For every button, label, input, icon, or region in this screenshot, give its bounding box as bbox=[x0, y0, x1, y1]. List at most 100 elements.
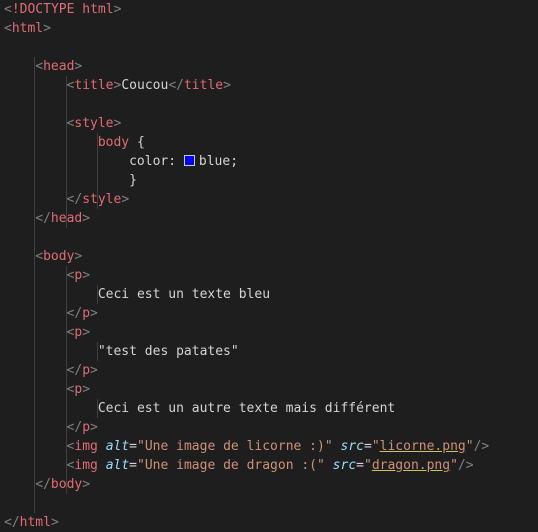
code-line[interactable]: </p> bbox=[67, 361, 98, 380]
code-line[interactable]: </html> bbox=[4, 513, 59, 532]
code-token: </ bbox=[35, 211, 51, 226]
code-token: { bbox=[129, 135, 145, 150]
code-line[interactable]: "test des patates" bbox=[98, 342, 239, 361]
code-line[interactable]: <img alt="Une image de dragon :(" src="d… bbox=[67, 456, 474, 475]
code-token: > bbox=[90, 363, 98, 378]
code-line[interactable]: <head> bbox=[35, 57, 82, 76]
code-token: </ bbox=[66, 363, 83, 378]
code-token: > bbox=[50, 515, 59, 530]
code-token: style bbox=[82, 192, 122, 207]
code-token: > bbox=[82, 477, 91, 492]
code-token: html bbox=[19, 515, 51, 530]
code-token: </ bbox=[168, 78, 184, 93]
code-line[interactable]: </p> bbox=[67, 418, 98, 437]
code-line[interactable]: color: blue; bbox=[129, 152, 238, 171]
code-token: p bbox=[82, 420, 91, 435]
code-token: > bbox=[223, 78, 231, 93]
code-token: </ bbox=[66, 192, 83, 207]
code-line[interactable]: <p> bbox=[67, 266, 90, 285]
code-token: = bbox=[356, 458, 364, 473]
code-line[interactable]: <!DOCTYPE html> bbox=[4, 0, 121, 19]
code-token: img bbox=[74, 458, 98, 473]
code-token: "test des patates" bbox=[97, 344, 239, 359]
code-token: </ bbox=[4, 515, 20, 530]
code-token: : bbox=[168, 154, 184, 169]
code-line[interactable]: } bbox=[129, 171, 137, 190]
code-token: = bbox=[363, 439, 372, 454]
code-token: </ bbox=[35, 477, 51, 492]
code-token: img bbox=[74, 439, 98, 454]
code-token: !DOCTYPE html bbox=[11, 2, 114, 17]
code-token: " bbox=[371, 439, 380, 454]
code-token: " bbox=[363, 458, 372, 473]
code-line[interactable]: Ceci est un texte bleu bbox=[98, 285, 270, 304]
code-line[interactable]: </p> bbox=[67, 304, 98, 323]
code-token: ; bbox=[230, 154, 239, 169]
code-token: licorne.png bbox=[379, 439, 466, 454]
code-token: body bbox=[97, 135, 130, 150]
code-line[interactable]: </style> bbox=[67, 190, 130, 209]
code-token: > bbox=[43, 21, 51, 36]
code-line[interactable]: <p> bbox=[67, 380, 90, 399]
code-token: < bbox=[4, 2, 12, 17]
code-token: " bbox=[450, 458, 458, 473]
code-token: } bbox=[129, 173, 137, 188]
code-token: = bbox=[129, 458, 137, 473]
code-token: > bbox=[82, 325, 91, 340]
code-token: "Une image de dragon :(" bbox=[137, 458, 325, 473]
code-token: > bbox=[90, 306, 98, 321]
code-line[interactable]: <title>Coucou</title> bbox=[67, 76, 231, 95]
code-token: > bbox=[113, 2, 122, 17]
code-token: alt bbox=[105, 458, 130, 473]
indent-guide bbox=[34, 57, 36, 513]
code-line[interactable]: </body> bbox=[35, 475, 90, 494]
code-line[interactable]: <img alt="Une image de licorne :)" src="… bbox=[67, 437, 490, 456]
code-token: dragon.png bbox=[371, 458, 451, 473]
code-token: body bbox=[50, 477, 83, 492]
code-token: > bbox=[74, 59, 83, 74]
code-token: > bbox=[82, 268, 91, 283]
code-line[interactable]: body { bbox=[98, 133, 145, 152]
code-token: color bbox=[129, 154, 169, 169]
code-token: > bbox=[121, 192, 130, 207]
code-token: < bbox=[35, 59, 44, 74]
code-line[interactable]: Ceci est un autre texte mais différent bbox=[98, 399, 395, 418]
code-token: blue bbox=[198, 154, 231, 169]
code-token: > bbox=[82, 211, 91, 226]
code-token: > bbox=[113, 116, 122, 131]
code-token: body bbox=[43, 249, 75, 264]
code-token: Ceci est un texte bleu bbox=[97, 287, 271, 302]
code-token: p bbox=[82, 306, 91, 321]
code-token: Coucou bbox=[121, 78, 169, 93]
code-token: </ bbox=[66, 420, 83, 435]
code-line[interactable]: <style> bbox=[67, 114, 122, 133]
code-token: style bbox=[74, 116, 114, 131]
code-token: < bbox=[4, 21, 12, 36]
code-token: "Une image de licorne :)" bbox=[137, 439, 333, 454]
code-token: /> bbox=[457, 458, 474, 473]
code-token: Ceci est un autre texte mais différent bbox=[97, 401, 396, 416]
code-editor[interactable]: <!DOCTYPE html> <html> <head> <title>Coucou… bbox=[0, 0, 538, 531]
code-token: title bbox=[74, 78, 114, 93]
code-token: /> bbox=[473, 439, 490, 454]
code-token: title bbox=[183, 78, 224, 93]
code-token: " bbox=[465, 439, 474, 454]
code-token: < bbox=[35, 249, 44, 264]
code-token: src bbox=[340, 439, 364, 454]
code-token: alt bbox=[105, 439, 130, 454]
code-token: head bbox=[43, 59, 75, 74]
code-token: > bbox=[82, 382, 91, 397]
code-line[interactable]: <p> bbox=[67, 323, 90, 342]
code-token: src bbox=[332, 458, 357, 473]
code-line[interactable]: <body> bbox=[35, 247, 82, 266]
code-token: html bbox=[11, 21, 44, 36]
code-token: > bbox=[90, 420, 98, 435]
code-line[interactable]: <html> bbox=[4, 19, 51, 38]
code-token: = bbox=[129, 439, 137, 454]
code-line[interactable]: </head> bbox=[35, 209, 90, 228]
code-token: head bbox=[50, 211, 83, 226]
